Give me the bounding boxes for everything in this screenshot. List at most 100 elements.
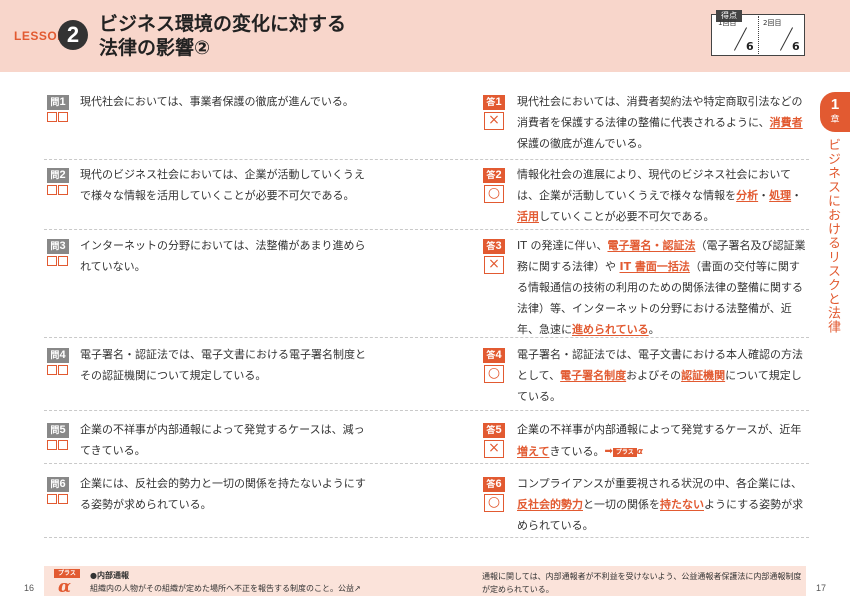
check-boxes [47,494,69,504]
answer-segment: およびその [626,369,682,382]
question-badge: 問2 [47,168,69,201]
check-box-1[interactable] [47,112,57,122]
check-box-2[interactable] [58,185,68,195]
question-label: 問5 [47,423,69,438]
check-box-1[interactable] [47,256,57,266]
answer-keyword: 持たない [660,498,704,511]
answer-segment: ・ [791,189,803,202]
check-box-2[interactable] [58,365,68,375]
page-number-right: 17 [816,583,827,593]
answer-keyword: 処理 [769,189,792,202]
question-badge: 問5 [47,423,69,456]
answer-number: 4 [495,349,502,361]
answer-badge: 答3 × [483,239,505,274]
plus-alpha-reference[interactable]: ➡ プラス α [604,440,643,463]
check-boxes [47,112,69,122]
answer-label: 答2 [483,168,505,183]
answer-number: 1 [495,96,502,108]
answer-keyword: 増えて [517,445,550,458]
answer-keyword: IT 書面一括法 [619,260,690,273]
answer-badge: 答5 × [483,423,505,458]
answer-segment: 保護の徹底が進んでいる。 [517,137,649,150]
check-box-2[interactable] [58,256,68,266]
answer-number: 5 [495,424,502,436]
answer-keyword: 活用 [517,210,539,223]
question-label: 問6 [47,477,69,492]
plus-ref-tag: プラス [612,448,637,457]
question-text: 電子署名・認証法では、電子文書における電子署名制度とその認証機関について規定して… [80,348,366,382]
score-attempt2-label: 2回目 [763,19,782,27]
answer-segment: ・ [758,189,770,202]
answer-text: 情報化社会の進展により、現代のビジネス社会においては、企業が活動していくうえで様… [517,164,809,227]
answer-keyword: 認証機関 [681,369,726,382]
answer-text: 企業の不祥事が内部通報によって発覚するケースが、近年増えてきている。 ➡ プラス α [517,419,809,463]
check-box-2[interactable] [58,494,68,504]
question-number: 5 [59,424,66,436]
score-attempt1-total: 6 [746,40,754,53]
page-title-line1: ビジネス環境の変化に対する [99,13,347,35]
qa-row-2: 問2 現代のビジネス社会においては、企業が活動していくうえで様々な情報を活用してい… [44,160,809,230]
answer-segment: 現代社会においては、消費者契約法や特定商取引法などの消費者を保護する法律の整備に… [517,95,803,129]
question-number: 6 [59,478,66,490]
answer-badge: 答2 ○ [483,168,505,203]
question-label: 問3 [47,239,69,254]
answer-mark: × [484,440,504,458]
qa-row-6: 問6 企業には、反社会的勢力と一切の関係を持たないようにする姿勢が求められている。… [44,464,809,538]
page-title: ビジネス環境の変化に対する 法律の影響② [99,12,346,60]
question-text: インターネットの分野においては、法整備があまり進められていない。 [80,239,366,273]
check-box-1[interactable] [47,185,57,195]
answer-segment: と一切の関係を [583,498,660,511]
question-badge: 問1 [47,95,69,128]
question-number: 2 [59,169,66,181]
question-badge: 問4 [47,348,69,381]
qa-row-5: 問5 企業の不祥事が内部通報によって発覚するケースは、減ってきている。 答5 × 企業の… [44,411,809,464]
arrow-right-icon: ➡ [604,446,613,457]
check-box-2[interactable] [58,440,68,450]
chapter-tab: 1 章 [820,92,850,132]
answer-text: コンプライアンスが重要視される状況の中、各企業には、反社会的勢力と一切の関係を持… [517,473,809,536]
answer-segment: 企業の不祥事が内部通報によって発覚するケースが、近年 [517,423,802,436]
answer-label: 答4 [483,348,505,363]
question-text: 企業の不祥事が内部通報によって発覚するケースは、減ってきている。 [80,423,365,457]
check-box-1[interactable] [47,494,57,504]
answer-label: 答5 [483,423,505,438]
answer-mark: ○ [484,185,504,203]
plus-alpha-note: プラス α ●内部通報 組織内の人物がその組織が定めた場所へ不正を報告する制度の… [44,566,806,597]
answer-badge: 答4 ○ [483,348,505,383]
answer-keyword: 電子署名・認証法 [607,239,696,252]
answer-mark: × [484,112,504,130]
check-box-1[interactable] [47,365,57,375]
page-title-line2: 法律の影響② [99,37,211,59]
question-badge: 問6 [47,477,69,510]
check-box-2[interactable] [58,112,68,122]
check-box-1[interactable] [47,440,57,450]
check-boxes [47,256,69,266]
chapter-unit: 章 [830,115,840,125]
check-boxes [47,365,69,375]
answer-segment: 。 [648,323,660,336]
question-number: 4 [59,349,66,361]
answer-number: 2 [495,169,502,181]
note-text-right: 通報に関しては、内部通報者が不利益を受けないよう、公益通報者保護法に内部通報制度… [482,572,802,594]
answer-segment: IT の発達に伴い、 [517,239,608,252]
answer-text: 現代社会においては、消費者契約法や特定商取引法などの消費者を保護する法律の整備に… [517,91,809,154]
answer-mark: ○ [484,494,504,512]
question-text: 現代のビジネス社会においては、企業が活動していくうえで様々な情報を活用していくこ… [80,168,365,202]
row-separator [44,537,809,538]
score-attempt1-label: 1回目 [718,19,737,27]
answer-segment: していくことが必要不可欠である。 [539,210,715,223]
qa-row-4: 問4 電子署名・認証法では、電子文書における電子署名制度とその認証機関について規定… [44,338,809,411]
plus-ref-alpha: α [636,447,643,457]
score-attempt2-total: 6 [792,40,800,53]
chapter-number: 1 [830,96,840,113]
answer-text: IT の発達に伴い、電子署名・認証法（電子署名及び認証業務に関する法律）や IT… [517,235,809,340]
answer-label: 答3 [483,239,505,254]
answer-label: 答6 [483,477,505,492]
answer-label: 答1 [483,95,505,110]
answer-keyword: 電子署名制度 [560,369,627,382]
question-label: 問4 [47,348,69,363]
answer-badge: 答1 × [483,95,505,130]
answer-number: 6 [495,478,502,490]
note-text-left: 組織内の人物がその組織が定めた場所へ不正を報告する制度のこと。公益↗ [90,584,361,593]
question-number: 1 [59,96,66,108]
